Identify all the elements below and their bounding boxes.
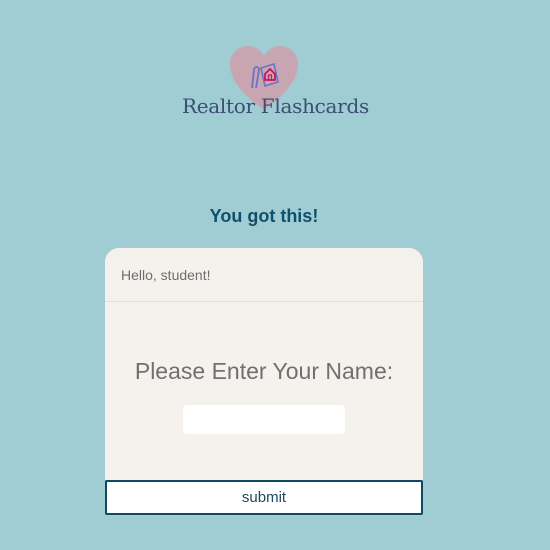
submit-button[interactable]: submit	[105, 480, 423, 515]
logo-text: Realtor Flashcards	[182, 94, 369, 118]
name-input[interactable]	[183, 405, 345, 434]
name-prompt: Please Enter Your Name:	[134, 358, 394, 384]
tagline: You got this!	[209, 206, 319, 226]
greeting-text: Hello, student!	[105, 248, 423, 302]
page: Realtor Flashcards You got this! Hello, …	[0, 0, 550, 550]
logo: Realtor Flashcards	[178, 44, 369, 124]
name-card: Hello, student! Please Enter Your Name:	[105, 248, 423, 480]
